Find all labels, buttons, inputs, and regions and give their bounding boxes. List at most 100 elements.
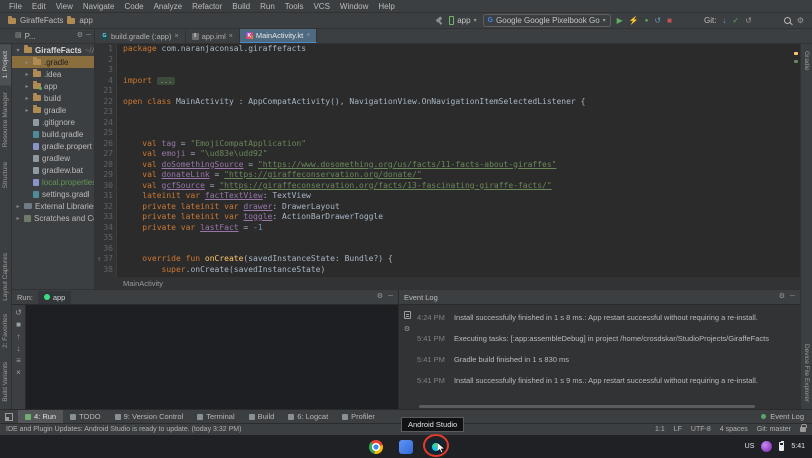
taskbar-system-tray[interactable]: US 5:41 [745,435,805,458]
tool-tab-todo[interactable]: TODO [63,410,108,423]
breadcrumb-class[interactable]: MainActivity [123,279,163,288]
down-icon[interactable]: ↓ [17,345,21,353]
gear-icon[interactable]: ⚙ [779,292,785,302]
git-commit-icon[interactable]: ✓ [732,16,739,26]
apply-changes-icon[interactable]: ⚡ [629,16,639,26]
tool-tab-6-logcat[interactable]: 6: Logcat [281,410,335,423]
tree-item-gradle-propert[interactable]: gradle.propert [12,140,94,152]
tool-button-layout-captures[interactable]: Layout Captures [0,246,11,308]
tool-button-structure[interactable]: Structure [0,155,11,195]
menu-icon[interactable]: ≡ [16,357,21,365]
menu-tools[interactable]: Tools [280,2,309,11]
status-1-1[interactable]: 1:1 [655,426,665,433]
status-lf[interactable]: LF [674,426,682,433]
tree-item-settings-gradl[interactable]: settings.gradl [12,188,94,200]
menu-run[interactable]: Run [255,2,280,11]
tool-button-device-file-explorer[interactable]: Device File Explorer [801,337,812,409]
chrome-icon[interactable] [369,440,383,454]
tool-button-build-variants[interactable]: Build Variants [0,355,11,409]
status-message[interactable]: IDE and Plugin Updates: Android Studio i… [6,426,241,433]
close-tab-icon[interactable]: × [174,33,178,40]
tree-item-build-gradle[interactable]: build.gradle [12,128,94,140]
gear-icon[interactable]: ⚙ [77,31,83,41]
tree-item-giraffefacts[interactable]: ▾GiraffeFacts ~/Andr [12,44,94,56]
code-editor[interactable]: 1package com.naranjaconsal.giraffefacts2… [95,44,800,277]
tool-button-2-favorites[interactable]: 2: Favorites [0,307,11,355]
menu-help[interactable]: Help [373,2,399,11]
tool-tab-9-version-control[interactable]: 9: Version Control [108,410,191,423]
status-4-spaces[interactable]: 4 spaces [720,426,748,433]
device-selector[interactable]: G Google Google Pixelbook Go ▾ [483,14,611,27]
menu-code[interactable]: Code [119,2,148,11]
breadcrumb-module[interactable]: app [79,16,92,25]
log-settings-icon[interactable] [404,311,411,319]
lock-icon[interactable] [800,427,806,432]
tree-item-local-properties[interactable]: local.properties [12,176,94,188]
menu-build[interactable]: Build [227,2,255,11]
hide-panel-icon[interactable]: ─ [86,31,91,41]
menu-view[interactable]: View [51,2,78,11]
menu-file[interactable]: File [4,2,27,11]
status-git-master[interactable]: Git: master [757,426,791,433]
tree-item-idea[interactable]: ▸.idea [12,68,94,80]
tree-item-gradle[interactable]: ▸gradle [12,104,94,116]
build-hammer-icon[interactable] [435,17,443,25]
breadcrumb-project[interactable]: GiraffeFacts [20,16,63,25]
menu-analyze[interactable]: Analyze [149,2,187,11]
tree-item-scratches-and-co[interactable]: ▸Scratches and Co [12,212,94,224]
gear-icon[interactable]: ⚙ [377,292,383,302]
up-icon[interactable]: ↑ [17,333,21,341]
project-panel-title[interactable]: P... [25,32,36,41]
tool-window-switcher-icon[interactable] [5,413,13,421]
tool-tab-profiler[interactable]: Profiler [335,410,382,423]
keyboard-layout-indicator[interactable]: US [745,443,755,450]
profiler-button[interactable]: ↺ [654,16,661,26]
tool-tab-build[interactable]: Build [242,410,282,423]
tree-item-gradle[interactable]: ▸.gradle [12,56,94,68]
editor-tab-build-gradle-app[interactable]: Gbuild.gradle (:app)× [95,29,186,43]
menu-edit[interactable]: Edit [27,2,51,11]
menu-vcs[interactable]: VCS [308,2,334,11]
hide-panel-icon[interactable]: ─ [388,292,393,302]
tree-item-external-libraries[interactable]: ▸External Libraries [12,200,94,212]
avatar[interactable] [761,441,772,452]
tool-button-gradle[interactable]: Gradle [801,44,812,78]
tree-item-gitignore[interactable]: .gitignore [12,116,94,128]
tree-item-gradlew[interactable]: gradlew [12,152,94,164]
run-tab-app[interactable]: app [38,291,72,304]
run-config-selector[interactable]: app ▾ [449,16,476,25]
debug-button[interactable]: ● [645,16,649,26]
horizontal-scrollbar[interactable] [419,405,755,408]
stop-button[interactable]: ■ [667,16,672,26]
editor-tab-app-iml[interactable]: Iapp.iml× [186,29,240,43]
run-console[interactable]: ↺ ■ ↑ ↓ ≡ × [12,305,398,410]
tool-tab-terminal[interactable]: Terminal [190,410,241,423]
event-log-toggle[interactable]: Event Log [761,412,804,421]
clear-icon[interactable]: × [16,369,21,377]
tree-item-gradlew-bat[interactable]: gradlew.bat [12,164,94,176]
close-tab-icon[interactable]: × [229,33,233,40]
rerun-icon[interactable]: ↺ [15,309,22,317]
hide-panel-icon[interactable]: ─ [790,292,795,302]
menu-navigate[interactable]: Navigate [78,2,120,11]
git-update-icon[interactable]: ↓ [722,16,726,26]
files-icon[interactable] [399,440,413,454]
tool-button-1-project[interactable]: 1: Project [0,44,11,85]
wrench-icon[interactable]: ⚙ [404,325,410,335]
close-tab-icon[interactable]: × [306,32,310,39]
search-icon[interactable] [784,17,791,24]
menu-window[interactable]: Window [335,2,373,11]
stop-icon[interactable]: ■ [16,321,21,329]
project-tool-window[interactable]: ▾GiraffeFacts ~/Andr▸.gradle▸.idea▸app▸b… [12,44,95,289]
menu-refactor[interactable]: Refactor [187,2,227,11]
status-utf-8[interactable]: UTF-8 [691,426,711,433]
settings-gear-icon[interactable]: ⚙ [797,16,804,26]
run-button[interactable]: ▶ [617,16,623,26]
tool-tab-4-run[interactable]: 4: Run [18,410,63,423]
event-log-body[interactable]: ⚙ 4:24 PMInstall successfully finished i… [399,305,800,410]
tree-item-app[interactable]: ▸app [12,80,94,92]
editor-tab-mainactivity-kt[interactable]: KMainActivity.kt× [240,29,317,43]
git-rollback-icon[interactable]: ↺ [745,16,752,26]
tree-item-build[interactable]: ▸build [12,92,94,104]
tool-button-resource-manager[interactable]: Resource Manager [0,85,11,154]
